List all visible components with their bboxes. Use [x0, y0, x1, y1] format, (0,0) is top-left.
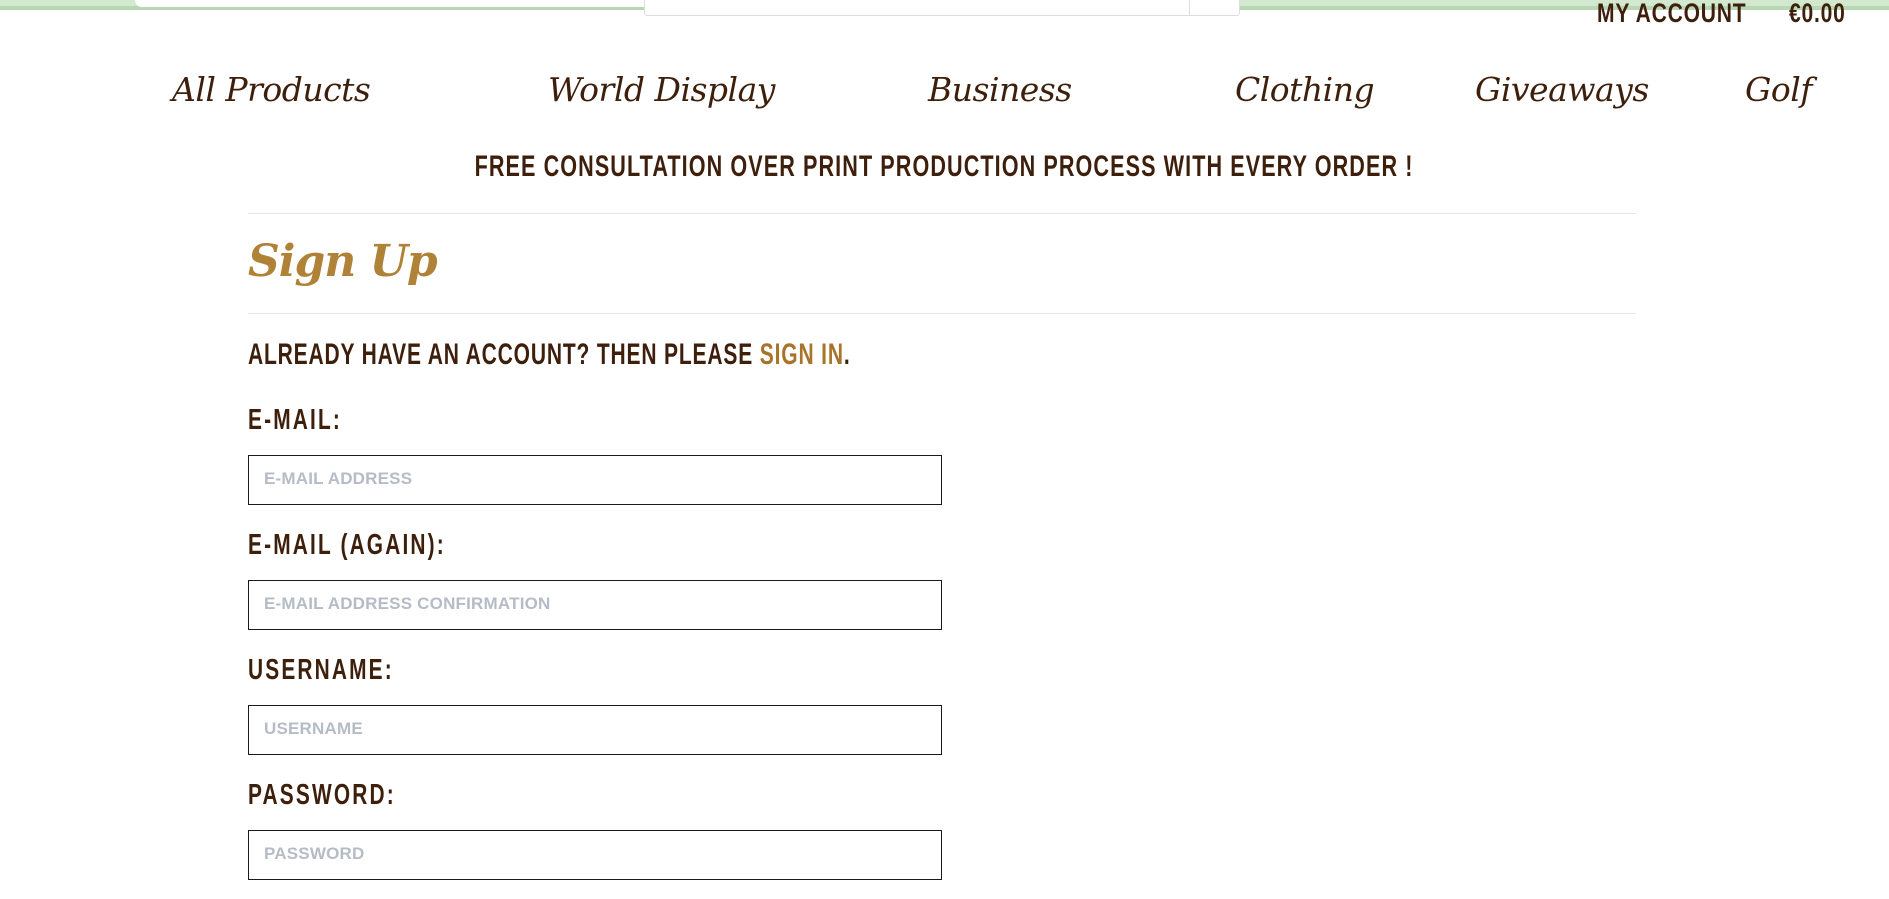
nav-item-world-display[interactable]: World Display	[548, 70, 775, 109]
nav-item-golf[interactable]: Golf	[1745, 70, 1813, 109]
divider-title	[248, 313, 1636, 314]
nav-item-giveaways[interactable]: Giveaways	[1475, 70, 1649, 109]
already-prefix: ALREADY HAVE AN ACCOUNT? THEN PLEASE	[248, 338, 760, 371]
nav-item-business[interactable]: Business	[928, 70, 1072, 109]
promo-text: FREE CONSULTATION OVER PRINT PRODUCTION …	[475, 150, 1414, 183]
main-nav: All Products World Display Business Clot…	[0, 70, 1889, 130]
email-field[interactable]	[248, 455, 942, 505]
username-field[interactable]	[248, 705, 942, 755]
promo-banner: FREE CONSULTATION OVER PRINT PRODUCTION …	[0, 150, 1889, 184]
sign-in-link[interactable]: SIGN IN	[760, 338, 844, 371]
search-box[interactable]	[644, 0, 1240, 16]
nav-item-clothing[interactable]: Clothing	[1235, 70, 1375, 109]
email-again-label: E-MAIL (AGAIN):	[248, 529, 446, 561]
password-label: PASSWORD:	[248, 779, 396, 811]
already-have-account-text: ALREADY HAVE AN ACCOUNT? THEN PLEASE SIG…	[248, 338, 851, 372]
my-account-link[interactable]: MY ACCOUNT	[1597, 0, 1746, 29]
password-field[interactable]	[248, 830, 942, 880]
divider-top	[248, 213, 1636, 214]
username-label: USERNAME:	[248, 654, 394, 686]
page-title: Sign Up	[248, 236, 438, 287]
email-label: E-MAIL:	[248, 404, 342, 436]
email-again-field[interactable]	[248, 580, 942, 630]
already-suffix: .	[843, 338, 851, 371]
nav-item-all-products[interactable]: All Products	[172, 70, 371, 109]
cart-total[interactable]: €0.00	[1789, 0, 1846, 29]
search-button[interactable]	[1189, 0, 1239, 15]
